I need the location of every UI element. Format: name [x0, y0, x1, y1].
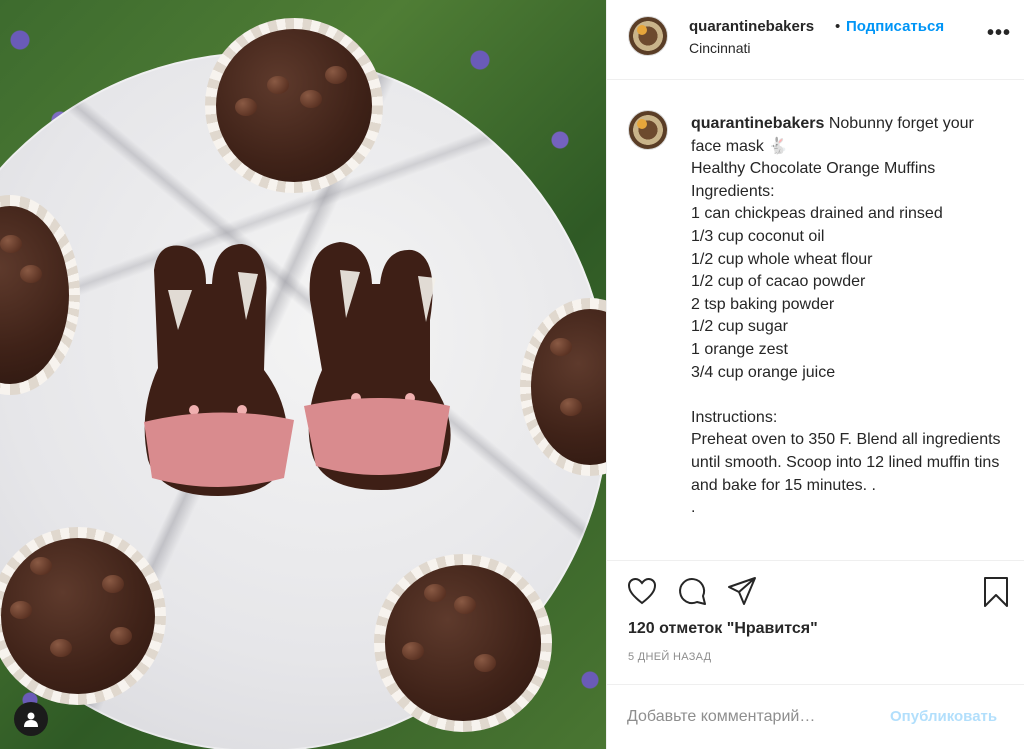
muffin [374, 554, 552, 732]
bunny-cookie [134, 240, 302, 498]
separator-dot: • [835, 18, 841, 35]
bunny-cookie [300, 240, 460, 492]
comment-icon[interactable] [677, 576, 707, 606]
post-header: quarantinebakers • Подписаться Cincinnat… [607, 0, 1024, 80]
more-options-icon[interactable]: ••• [987, 22, 1011, 45]
comment-box: Опубликовать [607, 684, 1024, 749]
comment-input[interactable] [627, 705, 867, 729]
bookmark-icon[interactable] [983, 576, 1009, 608]
caption-username[interactable]: quarantinebakers [691, 115, 824, 132]
heart-icon[interactable] [627, 577, 657, 605]
author-username[interactable]: quarantinebakers [689, 18, 814, 35]
caption-avatar[interactable] [628, 110, 668, 150]
location-link[interactable]: Cincinnati [689, 40, 750, 56]
share-icon[interactable] [727, 576, 757, 606]
avatar[interactable] [628, 16, 668, 56]
post-date[interactable]: 5 ДНЕЙ НАЗАД [628, 651, 711, 663]
tagged-user-icon[interactable] [14, 702, 48, 736]
caption-text: quarantinebakers Nobunny forget your fac… [691, 113, 1001, 520]
caption-body: Nobunny forget your face mask 🐇 Healthy … [691, 115, 1001, 517]
caption-block: quarantinebakers Nobunny forget your fac… [607, 80, 1024, 560]
likes-count[interactable]: 120 отметок "Нравится" [628, 620, 818, 638]
post-photo[interactable] [0, 0, 606, 749]
post-sidebar: quarantinebakers • Подписаться Cincinnat… [606, 0, 1024, 749]
follow-button[interactable]: Подписаться [846, 18, 944, 35]
publish-button[interactable]: Опубликовать [890, 708, 997, 725]
muffin [205, 18, 383, 193]
